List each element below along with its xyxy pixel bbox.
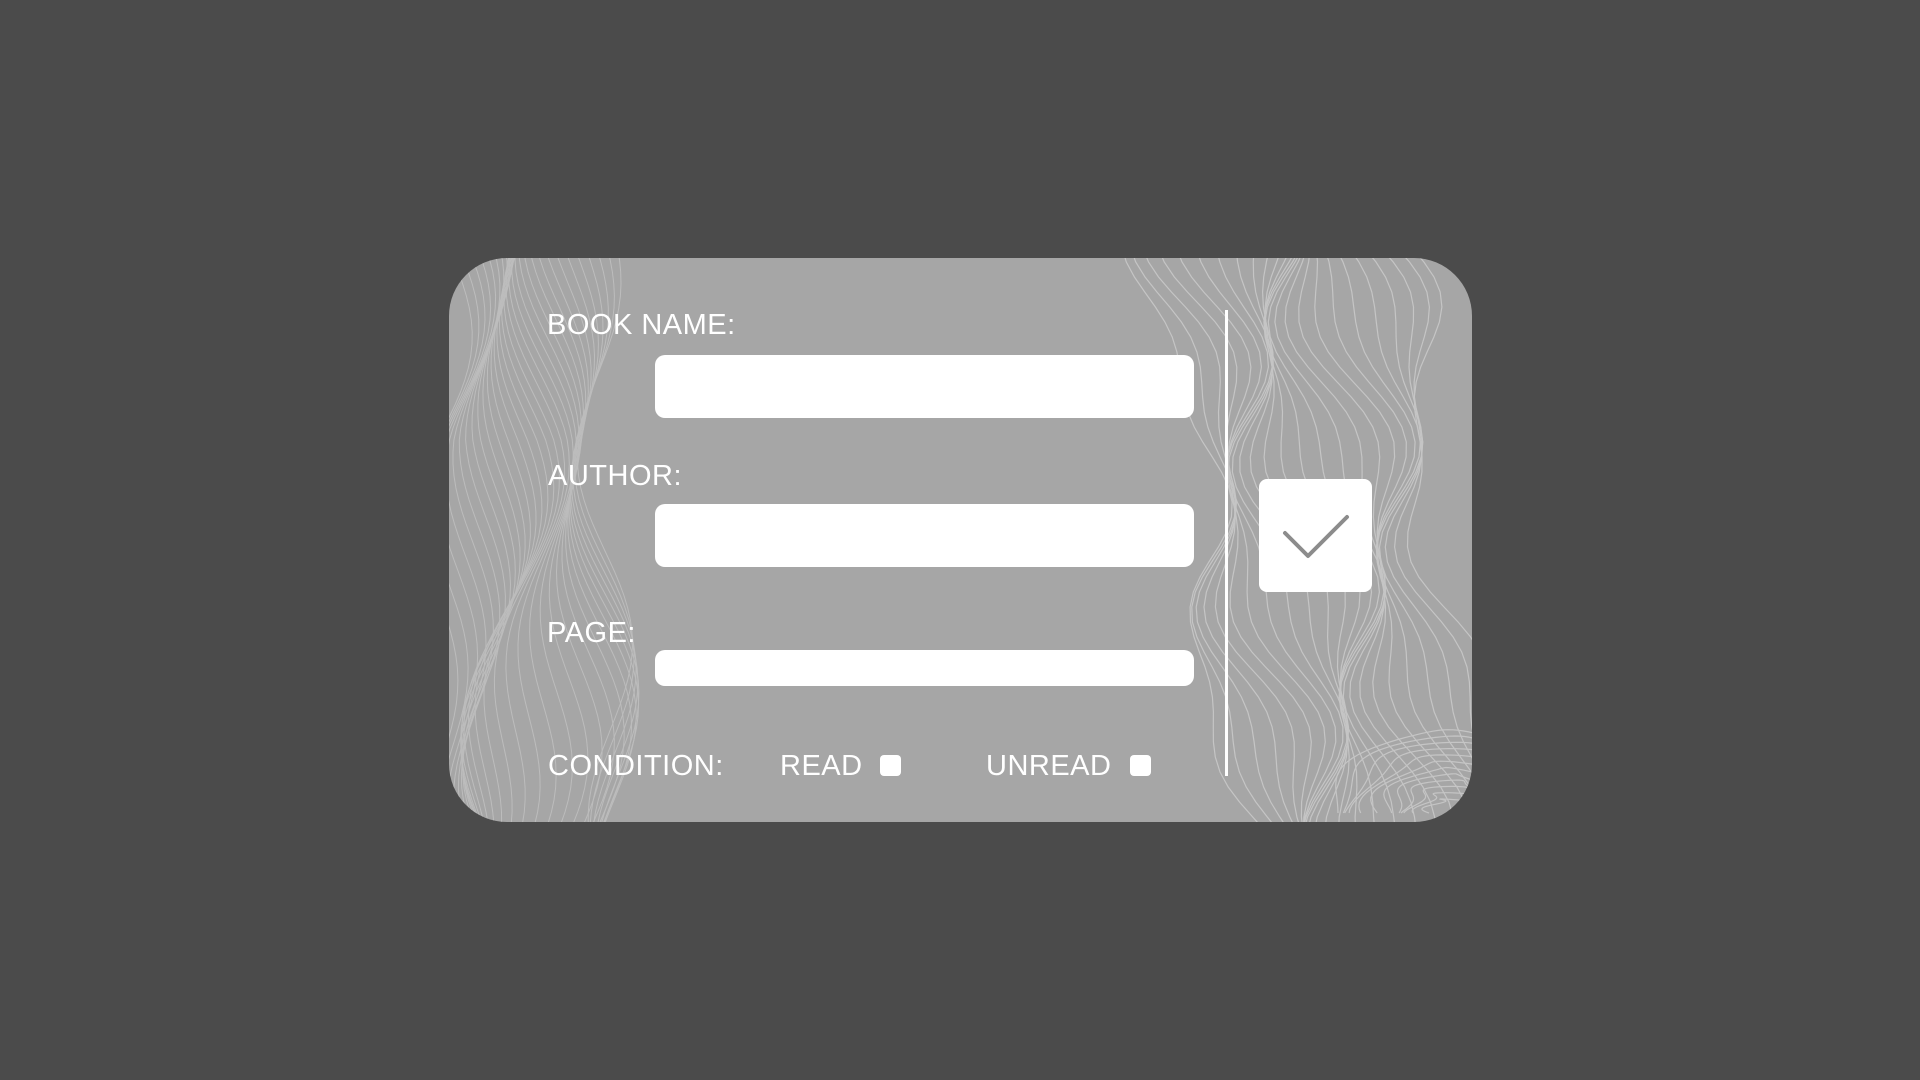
wave-line — [511, 258, 574, 822]
page-input[interactable] — [655, 650, 1194, 686]
author-input[interactable] — [655, 504, 1194, 567]
confirm-button[interactable] — [1259, 479, 1372, 592]
unread-checkbox[interactable] — [1130, 755, 1151, 776]
vertical-divider — [1225, 310, 1228, 776]
read-checkbox[interactable] — [880, 755, 901, 776]
checkmark-icon — [1282, 514, 1349, 558]
book-name-label: BOOK NAME: — [547, 309, 736, 341]
read-label: READ — [780, 750, 863, 782]
wave-line — [505, 258, 566, 822]
page-label: PAGE: — [547, 617, 636, 649]
wave-line — [572, 258, 637, 822]
unread-label: UNREAD — [986, 750, 1112, 782]
wave-line — [1421, 798, 1471, 814]
book-name-input[interactable] — [655, 355, 1194, 418]
wave-line — [518, 258, 589, 822]
condition-label: CONDITION: — [548, 750, 724, 782]
book-entry-card: BOOK NAME: AUTHOR: PAGE: CONDITION: READ… — [449, 258, 1472, 822]
wave-line — [1393, 258, 1472, 731]
wave-line — [569, 258, 640, 822]
author-label: AUTHOR: — [548, 460, 682, 492]
